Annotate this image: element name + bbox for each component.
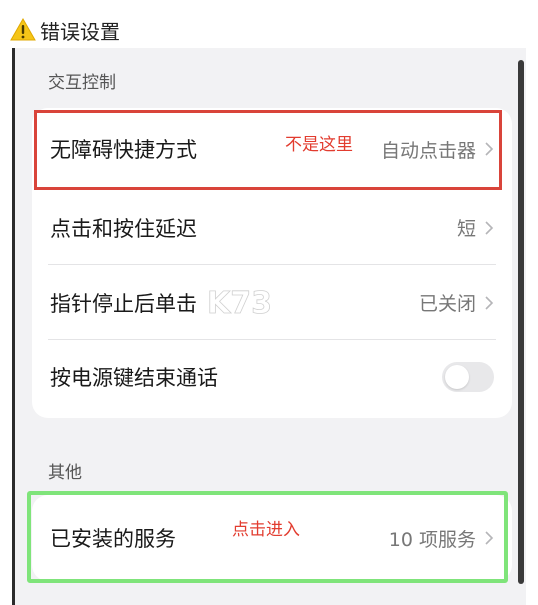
row-label: 按电源键结束通话 (50, 366, 218, 390)
section-title-interaction: 交互控制 (48, 73, 116, 93)
chevron-right-icon (485, 295, 494, 310)
chevron-right-icon (485, 220, 494, 235)
k73-logo: K73 (207, 286, 273, 322)
wrong-option-highlight (34, 110, 502, 190)
page-header: 错误设置 (10, 14, 120, 46)
watermark-text: 游戏之家 (300, 289, 349, 303)
scrollbar[interactable] (518, 60, 524, 584)
row-value: 短 (456, 218, 476, 240)
watermark-domain: .com (267, 303, 302, 319)
annotation-click-enter: 点击进入 (232, 520, 300, 540)
svg-text:K73: K73 (207, 286, 272, 321)
toggle-knob (445, 365, 469, 389)
header-title: 错误设置 (40, 19, 120, 44)
annotation-not-here: 不是这里 (285, 135, 353, 155)
row-value: 已关闭 (418, 293, 476, 315)
row-power-button-ends-call: 按电源键结束通话 (32, 340, 512, 414)
row-label: 点击和按住延迟 (50, 216, 197, 241)
k73-watermark: K73 游戏之家 .com (205, 283, 348, 323)
section-title-other: 其他 (48, 463, 82, 483)
row-tap-hold-delay[interactable]: 点击和按住延迟 短 (32, 190, 512, 265)
power-end-call-toggle[interactable] (442, 362, 494, 392)
warning-icon (10, 18, 36, 41)
